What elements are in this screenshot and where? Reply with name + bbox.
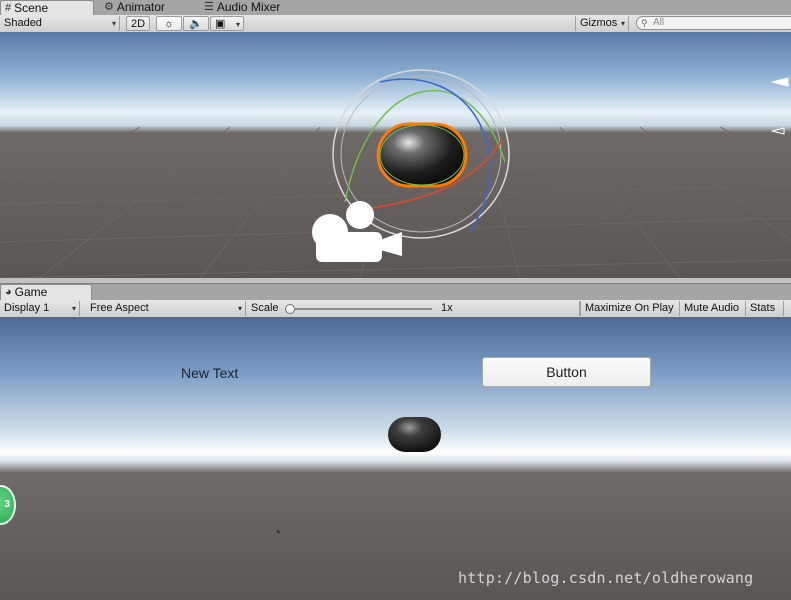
audio-toggle[interactable]: 🔈 — [183, 16, 209, 31]
pacman-icon: ◕ — [5, 286, 12, 298]
watermark: http://blog.csdn.net/oldherowang — [458, 569, 754, 587]
animator-icon: ⚙ — [104, 1, 114, 13]
tab-audio-mixer[interactable]: ☰ Audio Mixer — [200, 0, 310, 15]
ui-button[interactable]: Button — [482, 357, 651, 387]
ui-new-text: New Text — [181, 365, 239, 381]
scene-orientation-gizmo[interactable] — [771, 77, 789, 135]
tab-animator[interactable]: ⚙ Animator — [100, 0, 196, 15]
game-tab-strip: ◕ Game — [0, 283, 791, 301]
audio-mixer-icon: ☰ — [204, 1, 214, 13]
scene-view[interactable] — [0, 32, 791, 278]
maximize-on-play-toggle[interactable]: Maximize On Play — [580, 301, 680, 316]
image-icon: ▣ — [215, 18, 226, 30]
aspect-dropdown[interactable]: Free Aspect ▾ — [86, 301, 246, 316]
gizmos-dropdown[interactable]: Gizmos ▾ — [575, 16, 629, 31]
scene-search-input[interactable]: ⚲ All — [636, 16, 791, 30]
shading-mode-dropdown[interactable]: Shaded ▾ — [0, 16, 120, 31]
game-view[interactable]: New Text Button 3 http://blog.csdn.net/o… — [0, 317, 791, 600]
game-toolbar: Display 1 ▾ Free Aspect ▾ Scale 1x Maxim… — [0, 300, 791, 318]
lighting-toggle[interactable]: ☼ — [156, 16, 182, 31]
scene-grid-icon: # — [5, 1, 12, 14]
mute-audio-toggle[interactable]: Mute Audio — [680, 301, 746, 316]
mode-2d-button[interactable]: 2D — [126, 16, 150, 31]
search-icon: ⚲ — [641, 18, 648, 28]
scale-value: 1x — [441, 302, 453, 314]
game-viewport-graphics — [277, 417, 441, 533]
tab-game[interactable]: ◕ Game — [0, 284, 92, 300]
scale-control: Scale 1x — [247, 301, 580, 316]
scale-slider-thumb[interactable] — [285, 304, 295, 314]
sun-icon: ☼ — [163, 18, 175, 30]
tab-scene[interactable]: # Scene — [0, 0, 94, 15]
game-small-marker — [277, 529, 281, 533]
scene-viewport-graphics — [0, 69, 791, 278]
dropdown-arrow-icon: ▾ — [235, 20, 240, 29]
scene-toolbar: Shaded ▾ 2D ☼ 🔈 ▣ ▾ Gizmos ▾ ⚲ All — [0, 15, 791, 33]
gizmos-toggle[interactable] — [784, 301, 791, 316]
scene-tab-strip: # Scene ⚙ Animator ☰ Audio Mixer — [0, 0, 791, 16]
dropdown-arrow-icon: ▾ — [71, 304, 76, 313]
display-dropdown[interactable]: Display 1 ▾ — [0, 301, 80, 316]
effects-toggle[interactable]: ▣ ▾ — [210, 16, 244, 31]
dropdown-arrow-icon: ▾ — [111, 19, 116, 28]
speaker-icon: 🔈 — [189, 18, 203, 30]
dropdown-arrow-icon: ▾ — [620, 19, 625, 28]
stats-toggle[interactable]: Stats — [746, 301, 784, 316]
dropdown-arrow-icon: ▾ — [237, 304, 242, 313]
scale-slider-track[interactable] — [287, 308, 432, 310]
selected-capsule-object[interactable] — [376, 122, 468, 188]
game-capsule-object — [388, 417, 441, 452]
